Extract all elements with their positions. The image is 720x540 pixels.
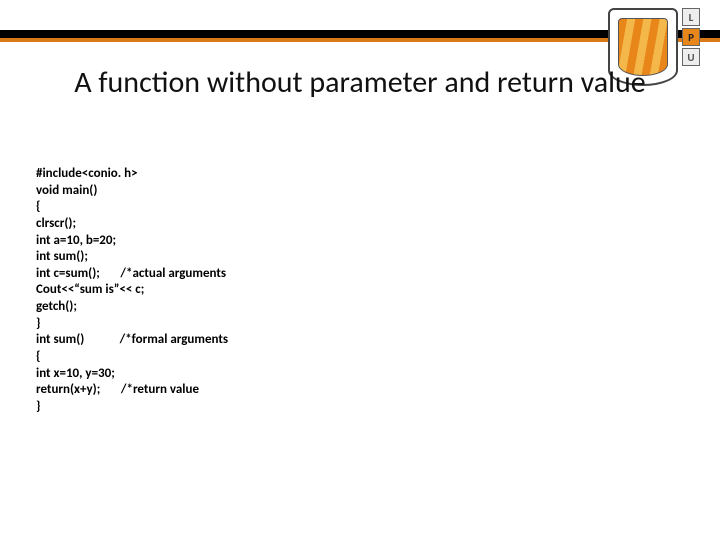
badge-letter: P: [682, 28, 700, 46]
code-line: {: [36, 349, 40, 364]
code-comment: /*actual arguments: [120, 266, 226, 281]
code-comment: /*return value: [121, 382, 199, 397]
code-line: void main(): [36, 183, 97, 198]
code-line: int x=10, y=30;: [36, 366, 115, 381]
code-line: Cout<<“sum is”<< c;: [36, 282, 144, 297]
code-line: int a=10, b=20;: [36, 233, 116, 248]
badge-letter: L: [682, 8, 700, 26]
code-line: int sum(): [36, 332, 84, 347]
code-line: #include<conio. h>: [36, 166, 138, 181]
code-line: int c=sum();: [36, 266, 100, 281]
code-listing: #include<conio. h> void main() { clrscr(…: [36, 166, 228, 415]
lpu-letters: L P U: [682, 8, 700, 66]
code-comment: /*formal arguments: [120, 332, 228, 347]
code-line: int sum();: [36, 249, 88, 264]
code-line: getch();: [36, 299, 77, 314]
code-line: clrscr();: [36, 216, 76, 231]
code-line: {: [36, 199, 40, 214]
code-line: }: [36, 399, 40, 414]
slide-title: A function without parameter and return …: [0, 64, 720, 101]
code-line: return(x+y);: [36, 382, 100, 397]
code-line: }: [36, 316, 40, 331]
